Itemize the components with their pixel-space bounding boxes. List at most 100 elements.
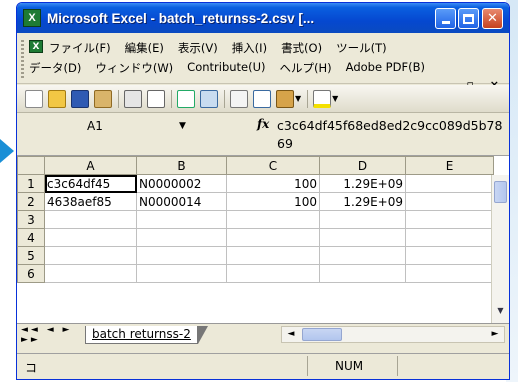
copy-icon[interactable] <box>253 89 271 108</box>
close-button[interactable]: ✕ <box>482 8 503 29</box>
paste-icon[interactable] <box>276 89 294 108</box>
column-header-e[interactable]: E <box>405 156 494 175</box>
cell-b5[interactable] <box>136 246 227 265</box>
tab-navigation-icon[interactable]: ◄◄ ◄ ► ►► <box>21 325 85 345</box>
menu-tools[interactable]: ツール(T) <box>336 40 387 56</box>
print-preview-icon[interactable] <box>147 89 165 108</box>
permission-icon[interactable] <box>94 89 112 108</box>
new-icon[interactable] <box>25 89 43 108</box>
cell-b2[interactable]: N0000014 <box>136 192 227 211</box>
cell-a6[interactable] <box>44 264 137 283</box>
menu-row-1: ファイル(F) 編集(E) 表示(V) 挿入(I) 書式(O) ツール(T) <box>49 40 401 56</box>
cell-c3[interactable] <box>226 210 320 229</box>
cell-table: A B C D E 1 c3c64df45 N0000002 100 1.29E… <box>17 156 494 283</box>
scroll-right-icon[interactable]: ► <box>488 328 502 341</box>
title-bar[interactable]: X Microsoft Excel - batch_returnss-2.csv… <box>17 3 509 33</box>
insert-function-icon[interactable]: fx <box>257 117 269 131</box>
toolbar-separator <box>224 89 225 108</box>
pointer-arrow-icon <box>0 139 14 163</box>
spelling-icon[interactable] <box>177 89 195 108</box>
cell-b4[interactable] <box>136 228 227 247</box>
menu-grip-handle[interactable] <box>21 40 24 78</box>
cell-a1[interactable]: c3c64df45 <box>44 174 137 193</box>
cell-e3[interactable] <box>405 210 494 229</box>
row-header[interactable]: 4 <box>17 228 45 247</box>
menu-contribute[interactable]: Contribute(U) <box>187 60 265 76</box>
row-header[interactable]: 6 <box>17 264 45 283</box>
horizontal-scrollbar[interactable]: ◄ ► <box>281 326 505 343</box>
cell-d5[interactable] <box>319 246 406 265</box>
cell-a2[interactable]: 4638aef85 <box>44 192 137 211</box>
cut-icon[interactable] <box>230 89 248 108</box>
scroll-down-icon[interactable]: ▼ <box>494 303 507 319</box>
print-icon[interactable] <box>124 89 142 108</box>
horizontal-scroll-thumb[interactable] <box>302 328 342 341</box>
standard-toolbar: ▼ ▼ <box>17 85 509 113</box>
menu-edit[interactable]: 編集(E) <box>125 40 164 56</box>
column-header-b[interactable]: B <box>136 156 227 175</box>
cell-c4[interactable] <box>226 228 320 247</box>
row-header[interactable]: 5 <box>17 246 45 265</box>
minimize-button[interactable] <box>435 8 456 29</box>
cell-d6[interactable] <box>319 264 406 283</box>
paste-dropdown-icon[interactable]: ▼ <box>295 94 301 103</box>
row-header[interactable]: 3 <box>17 210 45 229</box>
column-header-a[interactable]: A <box>44 156 137 175</box>
cell-a3[interactable] <box>44 210 137 229</box>
menu-data[interactable]: データ(D) <box>29 60 81 76</box>
select-all-corner[interactable] <box>17 156 45 175</box>
table-row: 4 <box>17 228 494 247</box>
scroll-left-icon[interactable]: ◄ <box>284 328 298 341</box>
cell-c5[interactable] <box>226 246 320 265</box>
cell-e2[interactable] <box>405 192 494 211</box>
menu-help[interactable]: ヘルプ(H) <box>280 60 332 76</box>
cell-a4[interactable] <box>44 228 137 247</box>
research-icon[interactable] <box>200 89 218 108</box>
save-icon[interactable] <box>71 89 89 108</box>
column-header-c[interactable]: C <box>226 156 320 175</box>
cell-c6[interactable] <box>226 264 320 283</box>
toolbar-separator <box>118 89 119 108</box>
name-box-dropdown-icon[interactable]: ▼ <box>179 117 186 135</box>
menu-row-2: データ(D) ウィンドウ(W) Contribute(U) ヘルプ(H) Ado… <box>29 60 439 76</box>
menu-view[interactable]: 表示(V) <box>178 40 218 56</box>
document-icon[interactable]: X <box>29 40 43 53</box>
menu-insert[interactable]: 挿入(I) <box>232 40 267 56</box>
cell-d1[interactable]: 1.29E+09 <box>319 174 406 193</box>
cell-e6[interactable] <box>405 264 494 283</box>
window-title: Microsoft Excel - batch_returnss-2.csv [… <box>47 10 315 26</box>
maximize-button[interactable] <box>458 8 479 29</box>
cell-d4[interactable] <box>319 228 406 247</box>
fill-color-icon[interactable] <box>313 89 332 108</box>
menu-window[interactable]: ウィンドウ(W) <box>95 60 173 76</box>
fill-color-dropdown-icon[interactable]: ▼ <box>332 94 338 103</box>
name-box[interactable]: A1 <box>43 117 173 135</box>
formula-input[interactable]: c3c64df45f68ed8ed2c9cc089d5b7869 <box>277 117 505 153</box>
excel-app-icon[interactable]: X <box>23 9 41 27</box>
status-divider <box>397 356 398 376</box>
menu-bar: X ファイル(F) 編集(E) 表示(V) 挿入(I) 書式(O) ツール(T)… <box>17 34 509 91</box>
cell-e4[interactable] <box>405 228 494 247</box>
cell-b1[interactable]: N0000002 <box>136 174 227 193</box>
maximize-icon <box>463 13 474 24</box>
cell-b3[interactable] <box>136 210 227 229</box>
cell-b6[interactable] <box>136 264 227 283</box>
menu-format[interactable]: 書式(O) <box>281 40 322 56</box>
cell-e5[interactable] <box>405 246 494 265</box>
row-header[interactable]: 1 <box>17 174 45 193</box>
cell-a5[interactable] <box>44 246 137 265</box>
sheet-tab-batch-returnss-2[interactable]: batch returnss-2 <box>85 325 198 344</box>
menu-adobe-pdf[interactable]: Adobe PDF(B) <box>346 60 425 76</box>
cell-e1[interactable] <box>405 174 494 193</box>
column-header-d[interactable]: D <box>319 156 406 175</box>
open-icon[interactable] <box>48 89 66 108</box>
cell-c1[interactable]: 100 <box>226 174 320 193</box>
cell-c2[interactable]: 100 <box>226 192 320 211</box>
table-row: 5 <box>17 246 494 265</box>
cell-d3[interactable] <box>319 210 406 229</box>
menu-file[interactable]: ファイル(F) <box>49 40 111 56</box>
cell-d2[interactable]: 1.29E+09 <box>319 192 406 211</box>
row-header[interactable]: 2 <box>17 192 45 211</box>
vertical-scroll-thumb[interactable] <box>494 181 507 203</box>
vertical-scrollbar[interactable]: ▼ <box>491 175 509 323</box>
